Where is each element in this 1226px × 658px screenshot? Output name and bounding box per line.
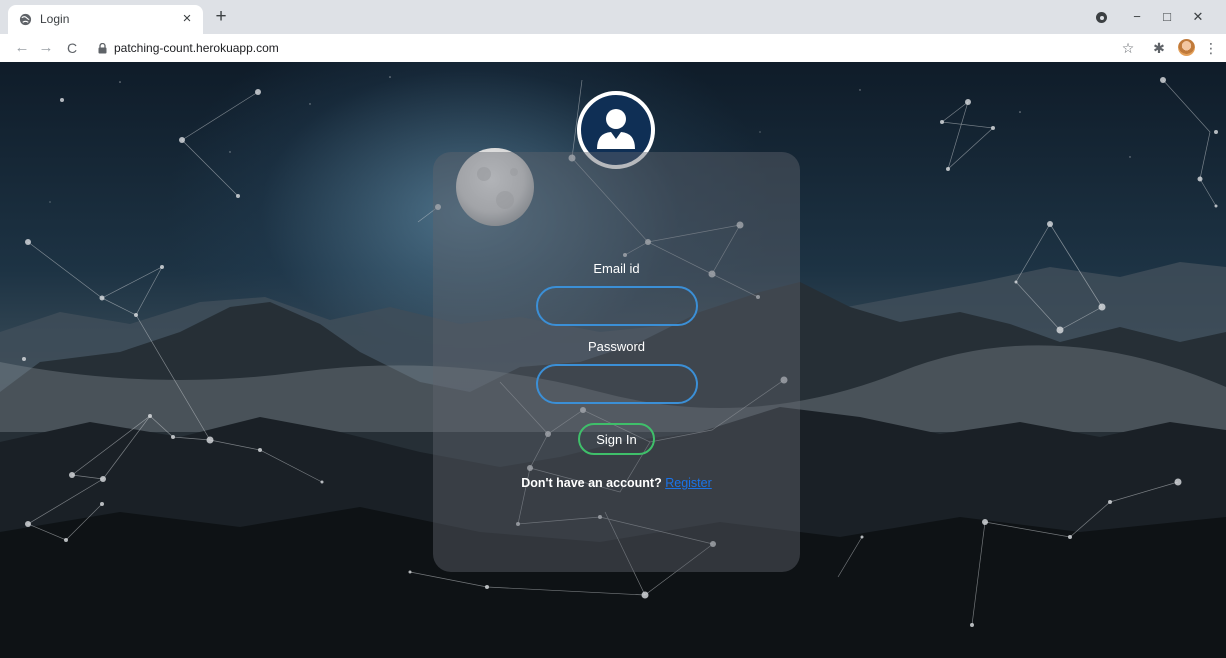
globe-icon [19,13,32,26]
no-account-text: Don't have an account? [521,476,662,490]
new-tab-button[interactable]: + [210,7,232,27]
url-text: patching-count.herokuapp.com [114,41,279,55]
bookmark-star-icon[interactable]: ☆ [1118,37,1138,59]
media-record-icon[interactable] [1096,12,1107,23]
email-label: Email id [593,261,640,276]
browser-menu-icon[interactable]: ⋮ [1201,37,1221,59]
login-card: Email id Password Sign In Don't have an … [433,152,800,572]
browser-tab-login[interactable]: Login × [8,5,203,34]
email-input[interactable] [536,286,698,326]
login-page: Email id Password Sign In Don't have an … [0,62,1226,658]
tab-title: Login [40,12,70,26]
tab-close-icon[interactable]: × [177,9,197,28]
minimize-button[interactable]: − [1125,6,1149,28]
reload-button[interactable]: C [62,37,82,59]
browser-tab-bar: Login × + − □ ✕ [0,0,1226,34]
close-window-button[interactable]: ✕ [1186,6,1210,28]
back-button[interactable]: ← [12,37,32,59]
forward-button[interactable]: → [36,37,56,59]
password-label: Password [587,339,646,354]
lock-icon [98,43,107,54]
sign-in-button[interactable]: Sign In [578,423,655,455]
extensions-puzzle-icon[interactable]: ✱ [1149,37,1169,59]
profile-avatar[interactable] [1178,39,1195,56]
register-prompt: Don't have an account? Register [433,476,800,490]
address-bar[interactable]: patching-count.herokuapp.com [93,37,1103,59]
maximize-button[interactable]: □ [1155,6,1179,28]
browser-toolbar: ← → C patching-count.herokuapp.com ☆ ✱ ⋮ [0,34,1226,63]
register-link[interactable]: Register [665,476,712,490]
password-input[interactable] [536,364,698,404]
